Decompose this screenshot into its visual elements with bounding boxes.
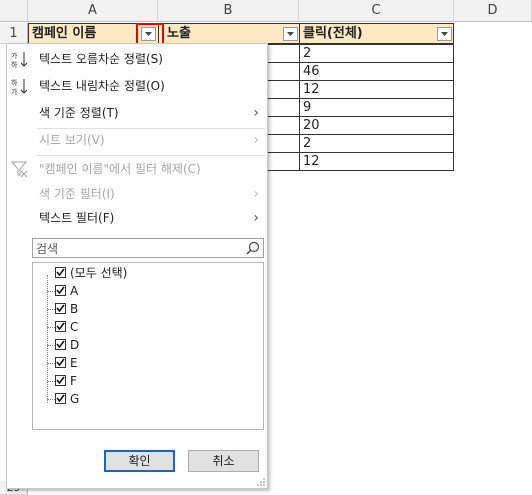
tree-line [47, 275, 48, 403]
filter-value-list: (모두 선택) A B C D E F G [32, 262, 264, 430]
filter-item-label: C [70, 320, 79, 334]
search-icon [246, 241, 260, 255]
menu-item-label: 색 기준 필터(I) [39, 187, 115, 201]
search-placeholder: 검색 [36, 242, 59, 256]
select-all-corner[interactable] [0, 0, 28, 22]
tree-line [47, 345, 55, 346]
clicks-cell[interactable]: 12 [299, 80, 454, 99]
checkbox[interactable] [55, 303, 66, 314]
row-header-1[interactable]: 1 [0, 23, 28, 44]
column-header-d[interactable]: D [454, 0, 532, 22]
menu-item-label: 색 기준 정렬(T) [39, 106, 119, 120]
menu-item-sort-by-color[interactable]: 색 기준 정렬(T) › [7, 100, 267, 126]
checkmark-icon [56, 376, 65, 385]
checkbox[interactable] [55, 285, 66, 296]
cancel-button[interactable]: 취소 [188, 450, 259, 472]
filter-dropdown-button-b[interactable] [283, 27, 298, 41]
checkbox[interactable] [55, 357, 66, 368]
checkbox[interactable] [55, 393, 66, 404]
filter-item-label: D [70, 338, 80, 352]
checkbox[interactable] [55, 267, 66, 278]
menu-item-label: 시트 보기(V) [39, 133, 105, 147]
filter-item-label: G [70, 392, 80, 406]
clicks-cell[interactable]: 2 [299, 134, 454, 153]
clicks-cell[interactable]: 20 [299, 116, 454, 135]
menu-item-sheet-view: 시트 보기(V) › [7, 127, 267, 153]
menu-item-sort-ascending[interactable]: 가 하 텍스트 오름차순 정렬(S) [7, 46, 267, 72]
clicks-cell[interactable]: 9 [299, 98, 454, 117]
checkmark-icon [56, 304, 65, 313]
clicks-cell[interactable]: 2 [299, 44, 454, 63]
checkmark-icon [56, 358, 65, 367]
column-header-c[interactable]: C [299, 0, 454, 22]
header-cell-impressions[interactable]: 노출 [158, 23, 300, 44]
svg-text:가: 가 [11, 51, 18, 60]
header-cell-clicks[interactable]: 클릭(전체) [299, 23, 454, 44]
svg-text:가: 가 [11, 87, 18, 95]
menu-item-sort-descending[interactable]: 하 가 텍스트 내림차순 정렬(O) [7, 73, 267, 99]
checkmark-icon [56, 340, 65, 349]
checkmark-icon [56, 286, 65, 295]
filter-dropdown-button-c[interactable] [437, 27, 452, 41]
checkmark-icon [56, 394, 65, 403]
clicks-cell[interactable]: 12 [299, 152, 454, 171]
clear-filter-icon [11, 161, 28, 178]
clicks-cell[interactable]: 46 [299, 62, 454, 81]
tree-line [47, 363, 55, 364]
submenu-chevron-icon: › [253, 186, 259, 202]
tree-line [47, 309, 55, 310]
highlight-box [136, 23, 164, 45]
checkbox[interactable] [55, 375, 66, 386]
tree-line [47, 381, 55, 382]
dropdown-arrow-icon [441, 32, 448, 36]
sort-ascending-icon: 가 하 [11, 51, 28, 68]
menu-item-filter-by-color: 색 기준 필터(I) › [7, 181, 267, 207]
filter-search-input[interactable]: 검색 [32, 238, 264, 258]
tree-line [47, 399, 55, 400]
autofilter-menu: 가 하 텍스트 오름차순 정렬(S) 하 가 텍스트 내림차순 정렬(O) 색 … [6, 43, 268, 489]
tree-line [47, 291, 55, 292]
ok-button[interactable]: 확인 [104, 450, 175, 472]
checkmark-icon [56, 268, 65, 277]
checkbox[interactable] [55, 321, 66, 332]
submenu-chevron-icon: › [253, 132, 259, 148]
menu-item-label: 텍스트 필터(F) [39, 211, 115, 225]
filter-item-label: E [70, 356, 78, 370]
filter-item-label: F [70, 374, 77, 388]
svg-text:하: 하 [11, 60, 18, 68]
sort-descending-icon: 하 가 [11, 78, 28, 95]
menu-item-clear-filter: "캠페인 이름"에서 필터 해제(C) [7, 156, 267, 182]
resize-grip-icon[interactable] [257, 478, 265, 486]
checkmark-icon [56, 322, 65, 331]
tree-line [47, 327, 55, 328]
column-header-b[interactable]: B [158, 0, 299, 22]
svg-text:하: 하 [11, 78, 18, 87]
menu-item-label: 텍스트 내림차순 정렬(O) [39, 79, 165, 93]
checkbox[interactable] [55, 339, 66, 350]
filter-item-label: A [70, 284, 79, 298]
filter-item-label: B [70, 302, 79, 316]
submenu-chevron-icon: › [253, 105, 259, 121]
dropdown-arrow-icon [287, 32, 294, 36]
menu-item-label: "캠페인 이름"에서 필터 해제(C) [39, 162, 201, 176]
column-header-a[interactable]: A [28, 0, 158, 22]
menu-item-label: 텍스트 오름차순 정렬(S) [39, 52, 163, 66]
menu-item-text-filter[interactable]: 텍스트 필터(F) › [7, 205, 267, 231]
submenu-chevron-icon: › [253, 210, 259, 226]
filter-item-label: (모두 선택) [70, 266, 128, 280]
